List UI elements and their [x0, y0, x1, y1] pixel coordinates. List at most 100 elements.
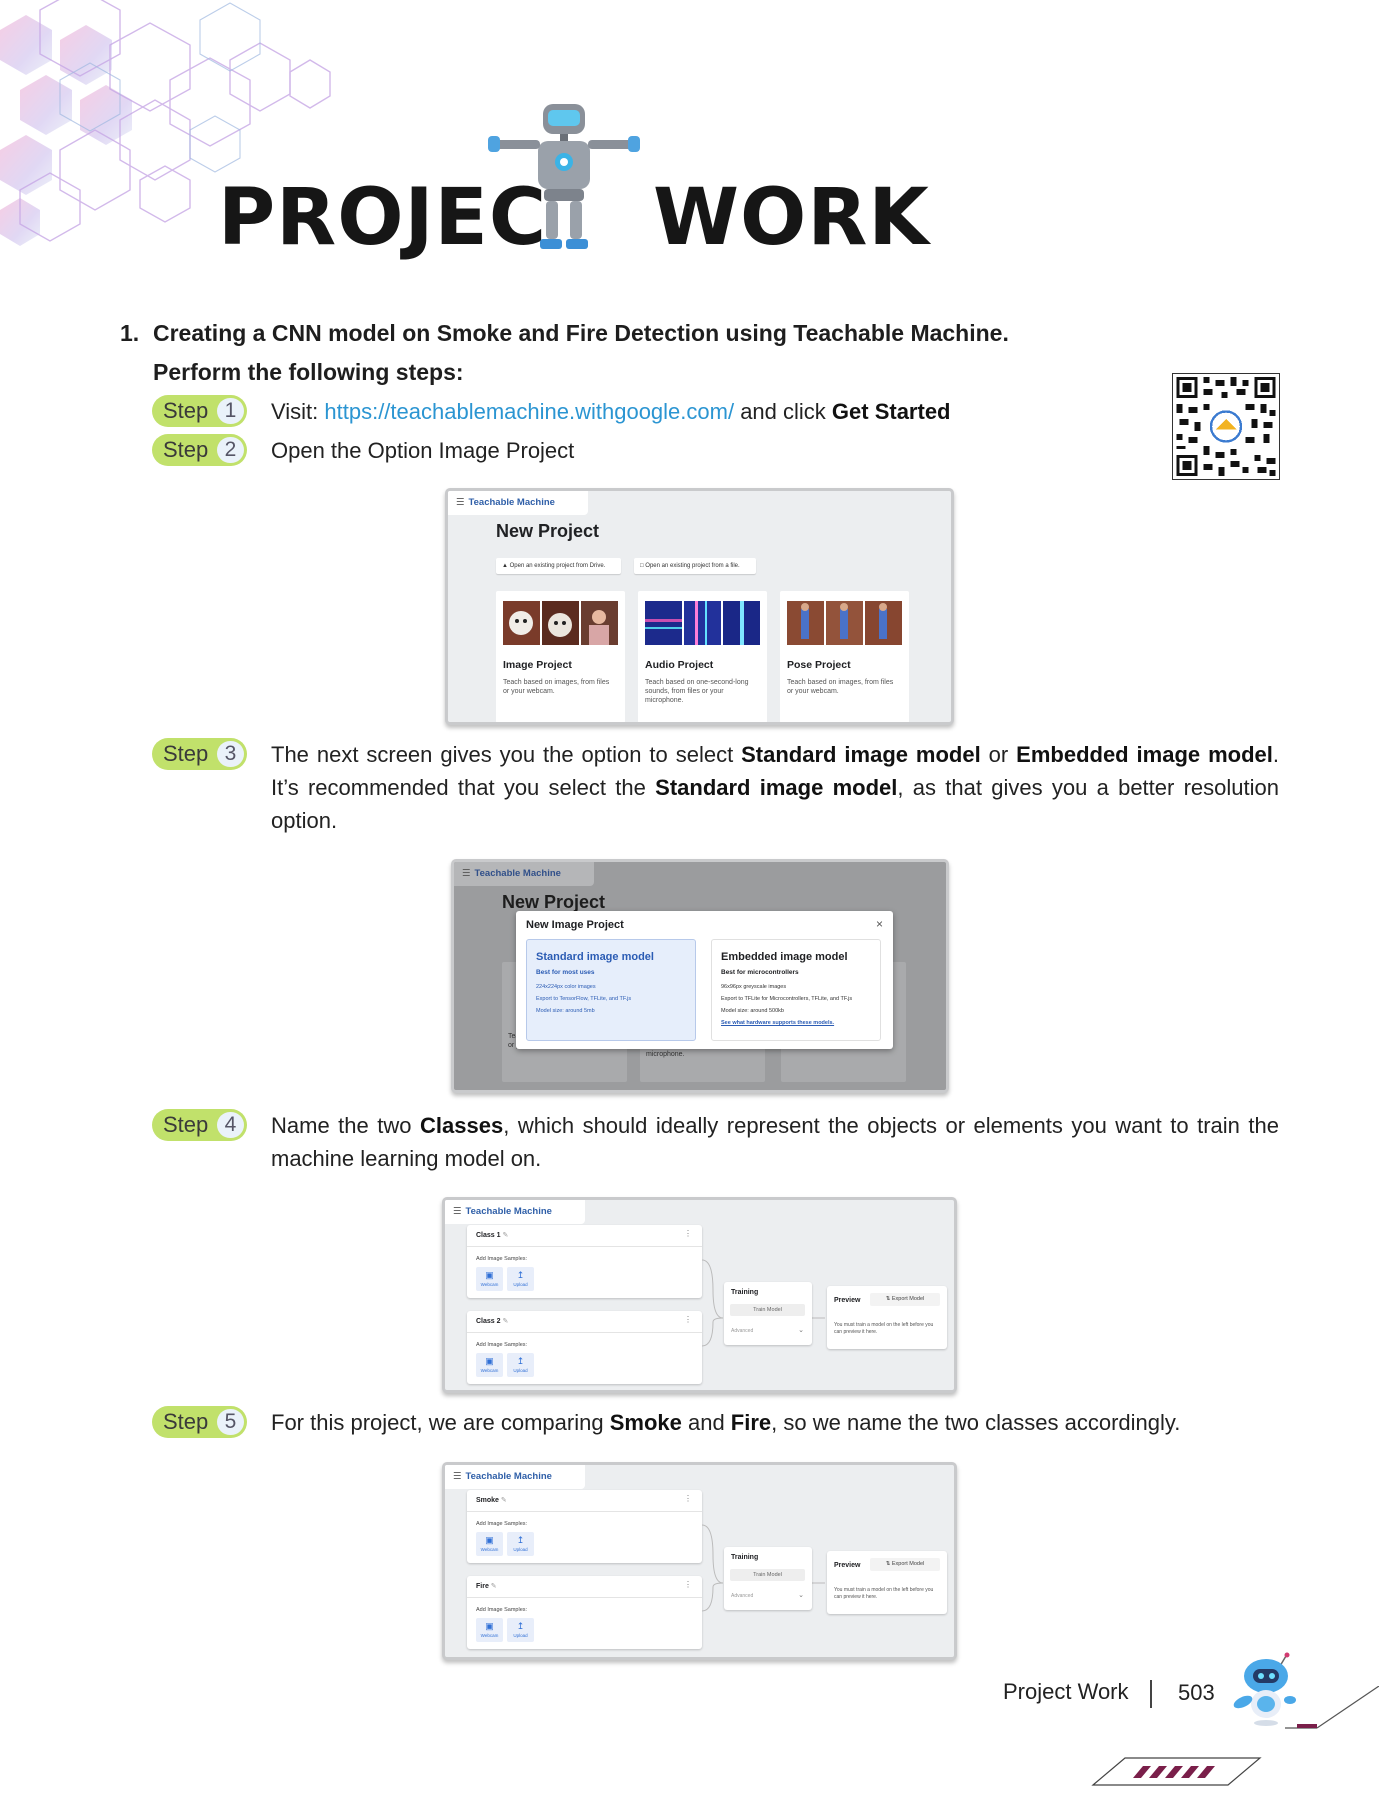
preview-description: You must train a model on the left befor… [834, 1322, 934, 1335]
step-5-bold: Fire [730, 1410, 772, 1435]
dialog-title: New Image Project [526, 919, 624, 931]
export-icon: ⇅ [885, 1561, 891, 1567]
project-description: Teach based on one-second-long sounds, f… [645, 679, 749, 704]
export-icon: ⇅ [885, 1296, 891, 1302]
image-project-thumbnails [503, 601, 618, 645]
option-line: Export to TFLite for Microcontrollers, T… [721, 996, 853, 1002]
open-drive-button[interactable]: ▲ Open an existing project from Drive. [496, 558, 621, 574]
audio-project-thumbnails [645, 601, 760, 645]
embedded-image-model-option[interactable]: Embedded image model Best for microcontr… [711, 939, 881, 1041]
step-number: 5 [217, 1409, 244, 1435]
project-name: Pose Project [787, 659, 851, 671]
screenshot-new-project: ☰ Teachable Machine New Project ▲ Open an… [445, 488, 954, 725]
option-subtitle: Best for microcontrollers [721, 969, 799, 976]
chevron-down-icon[interactable]: ⌄ [798, 1591, 804, 1599]
option-line: 96x96px greyscale images [721, 984, 787, 990]
train-model-button[interactable]: Train Model [730, 1304, 805, 1316]
step-label: Step [163, 1112, 209, 1137]
new-project-title: New Project [496, 521, 600, 541]
step-number: 4 [217, 1112, 244, 1138]
step-2-text: Open the Option Image Project [271, 438, 575, 463]
app-brand-tab: ☰ Teachable Machine [448, 491, 588, 515]
step-1-badge: Step 1 [152, 395, 247, 427]
step-1-middle: and click [734, 399, 832, 424]
step-3-badge: Step 3 [152, 738, 247, 770]
option-title: Embedded image model [721, 951, 848, 963]
option-line: Model size: around 500kb [721, 1008, 784, 1014]
step-label: Step [163, 437, 209, 462]
question-title: Creating a CNN model on Smoke and Fire D… [153, 320, 1009, 346]
project-description: Teach based on images, from files or you… [787, 679, 894, 695]
step-number: 3 [217, 741, 244, 767]
project-name: Image Project [503, 659, 572, 671]
step-3-bold: Standard image model [741, 742, 981, 767]
preview-card: Preview ⇅ Export Model You must train a … [827, 1551, 947, 1614]
preview-card: Preview ⇅ Export Model You must train a … [827, 1286, 947, 1349]
option-title: Standard image model [536, 951, 654, 963]
export-model-button[interactable]: ⇅ Export Model [870, 1293, 940, 1306]
preview-title: Preview [834, 1562, 861, 1569]
step-4-part: Name the two [271, 1113, 421, 1138]
step-3-part: The next screen gives you the option to … [271, 742, 742, 767]
step-4-bold: Classes [420, 1113, 504, 1138]
screenshot-new-image-project: ☰Teachable Machine New Project Teach bas… [451, 859, 949, 1093]
step-5-part: and [681, 1410, 731, 1435]
menu-icon: ☰ [456, 497, 465, 508]
page-title-part-2: WORK [653, 173, 930, 263]
step-3-bold: Embedded image model [1016, 742, 1273, 767]
pose-project-card[interactable]: Pose Project Teach based on images, from… [780, 591, 909, 722]
step-3-bold: Standard image model [655, 775, 898, 800]
app-brand-tab: ☰ Teachable Machine [454, 862, 594, 886]
training-title: Training [731, 1554, 759, 1561]
open-drive-label: Open an existing project from Drive. [509, 563, 606, 569]
app-brand: Teachable Machine [474, 868, 561, 879]
question-number: 1. [120, 320, 140, 346]
robot-mascot-footer-icon [1233, 1652, 1296, 1726]
option-line: Model size: around 5mb [536, 1008, 595, 1014]
step-label: Step [163, 1409, 209, 1434]
project-name: Audio Project [645, 659, 714, 671]
new-image-project-dialog: New Image Project × Standard image model… [516, 911, 893, 1049]
teachable-machine-link[interactable]: https://teachablemachine.withgoogle.com/ [324, 399, 734, 424]
step-label: Step [163, 741, 209, 766]
preview-title: Preview [834, 1297, 861, 1304]
advanced-toggle[interactable]: Advanced [731, 1328, 753, 1334]
preview-description: You must train a model on the left befor… [834, 1587, 934, 1600]
export-model-button[interactable]: ⇅ Export Model [870, 1558, 940, 1571]
training-card: Training Train Model Advanced ⌄ [724, 1547, 812, 1610]
step-5-text: For this project, we are comparing Smoke… [271, 1406, 1279, 1439]
step-1-bold: Get Started [831, 399, 951, 424]
question-subtitle: Perform the following steps: [153, 359, 464, 385]
app-brand: Teachable Machine [468, 497, 555, 508]
open-file-label: Open an existing project from a file. [645, 563, 740, 569]
step-4-text: Name the two Classes, which should ideal… [271, 1109, 1279, 1175]
standard-image-model-option[interactable]: Standard image model Best for most uses … [526, 939, 696, 1041]
advanced-toggle[interactable]: Advanced [731, 1593, 753, 1599]
option-line: Export to TensorFlow, TFLite, and TF.js [536, 996, 632, 1002]
close-icon[interactable]: × [876, 917, 883, 931]
step-5-bold: Smoke [609, 1410, 682, 1435]
step-label: Step [163, 398, 209, 423]
image-project-card[interactable]: Image Project Teach based on images, fro… [496, 591, 625, 722]
step-5-badge: Step 5 [152, 1406, 247, 1438]
screenshot-default-classes: ☰ Teachable Machine Class 1 ✎ ⋮ Add Image… [442, 1197, 957, 1393]
train-model-button[interactable]: Train Model [730, 1569, 805, 1581]
chevron-down-icon[interactable]: ⌄ [798, 1326, 804, 1334]
audio-project-card[interactable]: Audio Project Teach based on one-second-… [638, 591, 767, 722]
step-5-part: , so we name the two classes accordingly… [771, 1410, 1181, 1435]
option-subtitle: Best for most uses [536, 969, 595, 976]
step-5-part: For this project, we are comparing [271, 1410, 610, 1435]
step-3-text: The next screen gives you the option to … [271, 738, 1279, 837]
step-1-prefix: Visit: [271, 399, 325, 424]
step-1-text: Visit: https://teachablemachine.withgoog… [271, 395, 1279, 428]
new-project-title: New Project [502, 892, 606, 912]
step-3-part: or [980, 742, 1017, 767]
step-2-badge: Step 2 [152, 434, 247, 466]
question-heading: 1. Creating a CNN model on Smoke and Fire… [120, 318, 1009, 348]
option-line: 224x224px color images [536, 984, 596, 990]
step-4-badge: Step 4 [152, 1109, 247, 1141]
hardware-support-link[interactable]: See what hardware supports these models. [721, 1020, 834, 1026]
open-file-button[interactable]: □ Open an existing project from a file. [634, 558, 756, 574]
export-model-label: Export Model [891, 1561, 925, 1567]
step-number: 1 [217, 398, 244, 424]
